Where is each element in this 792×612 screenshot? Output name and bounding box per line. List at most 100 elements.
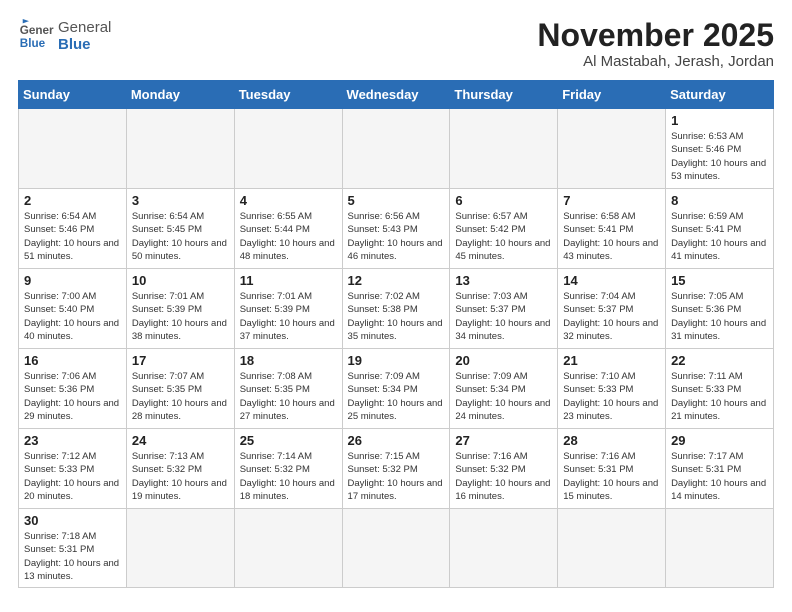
day-number: 29: [671, 433, 768, 448]
calendar-week-row: 2 Sunrise: 6:54 AM Sunset: 5:46 PM Daylig…: [19, 189, 774, 269]
calendar-week-row: 1 Sunrise: 6:53 AM Sunset: 5:46 PM Daylig…: [19, 109, 774, 189]
weekday-header-friday: Friday: [558, 81, 666, 109]
day-info: Sunrise: 7:12 AM Sunset: 5:33 PM Dayligh…: [24, 450, 121, 503]
calendar-day-cell: [558, 509, 666, 588]
day-info: Sunrise: 7:08 AM Sunset: 5:35 PM Dayligh…: [240, 370, 337, 423]
day-number: 11: [240, 273, 337, 288]
calendar-day-cell: 14Sunrise: 7:04 AM Sunset: 5:37 PM Dayli…: [558, 269, 666, 349]
day-info: Sunrise: 7:14 AM Sunset: 5:32 PM Dayligh…: [240, 450, 337, 503]
logo: General Blue General Blue: [18, 18, 111, 54]
day-number: 30: [24, 513, 121, 528]
calendar-day-cell: 13Sunrise: 7:03 AM Sunset: 5:37 PM Dayli…: [450, 269, 558, 349]
calendar-day-cell: 24Sunrise: 7:13 AM Sunset: 5:32 PM Dayli…: [126, 429, 234, 509]
calendar-day-cell: [558, 109, 666, 189]
calendar-day-cell: [450, 109, 558, 189]
calendar-week-row: 23 Sunrise: 7:12 AM Sunset: 5:33 PM Dayli…: [19, 429, 774, 509]
calendar-day-cell: [450, 509, 558, 588]
day-number: 18: [240, 353, 337, 368]
day-number: 28: [563, 433, 660, 448]
day-info: Sunrise: 7:00 AM Sunset: 5:40 PM Dayligh…: [24, 290, 121, 343]
day-info: Sunrise: 7:09 AM Sunset: 5:34 PM Dayligh…: [455, 370, 552, 423]
calendar-day-cell: 15 Sunrise: 7:05 AM Sunset: 5:36 PM Dayli…: [666, 269, 774, 349]
calendar-day-cell: 28 Sunrise: 7:16 AM Sunset: 5:31 PM Dayli…: [558, 429, 666, 509]
calendar-day-cell: 30 Sunrise: 7:18 AM Sunset: 5:31 PM Dayli…: [19, 509, 127, 588]
day-number: 9: [24, 273, 121, 288]
weekday-header-saturday: Saturday: [666, 81, 774, 109]
day-info: Sunrise: 7:16 AM Sunset: 5:32 PM Dayligh…: [455, 450, 552, 503]
calendar-day-cell: 5 Sunrise: 6:56 AM Sunset: 5:43 PM Daylig…: [342, 189, 450, 269]
day-info: Sunrise: 7:16 AM Sunset: 5:31 PM Dayligh…: [563, 450, 660, 503]
weekday-header-monday: Monday: [126, 81, 234, 109]
calendar-day-cell: 25 Sunrise: 7:14 AM Sunset: 5:32 PM Dayli…: [234, 429, 342, 509]
calendar-day-cell: 18 Sunrise: 7:08 AM Sunset: 5:35 PM Dayli…: [234, 349, 342, 429]
day-info: Sunrise: 6:58 AM Sunset: 5:41 PM Dayligh…: [563, 210, 660, 263]
day-number: 3: [132, 193, 229, 208]
day-info: Sunrise: 7:06 AM Sunset: 5:36 PM Dayligh…: [24, 370, 121, 423]
calendar-week-row: 16 Sunrise: 7:06 AM Sunset: 5:36 PM Dayli…: [19, 349, 774, 429]
calendar-day-cell: 8Sunrise: 6:59 AM Sunset: 5:41 PM Daylig…: [666, 189, 774, 269]
day-number: 27: [455, 433, 552, 448]
calendar-day-cell: 20 Sunrise: 7:09 AM Sunset: 5:34 PM Dayli…: [450, 349, 558, 429]
day-info: Sunrise: 6:53 AM Sunset: 5:46 PM Dayligh…: [671, 130, 768, 183]
day-number: 21: [563, 353, 660, 368]
day-number: 4: [240, 193, 337, 208]
day-number: 2: [24, 193, 121, 208]
calendar-page: General Blue General Blue November 2025 …: [0, 0, 792, 600]
logo-general: General: [58, 19, 111, 36]
calendar-day-cell: 22Sunrise: 7:11 AM Sunset: 5:33 PM Dayli…: [666, 349, 774, 429]
day-number: 23: [24, 433, 121, 448]
day-info: Sunrise: 6:54 AM Sunset: 5:45 PM Dayligh…: [132, 210, 229, 263]
calendar-day-cell: 17Sunrise: 7:07 AM Sunset: 5:35 PM Dayli…: [126, 349, 234, 429]
calendar-day-cell: [234, 509, 342, 588]
calendar-body: 1 Sunrise: 6:53 AM Sunset: 5:46 PM Daylig…: [19, 109, 774, 588]
day-info: Sunrise: 6:57 AM Sunset: 5:42 PM Dayligh…: [455, 210, 552, 263]
calendar-day-cell: [126, 109, 234, 189]
weekday-header-row: SundayMondayTuesdayWednesdayThursdayFrid…: [19, 81, 774, 109]
day-info: Sunrise: 6:54 AM Sunset: 5:46 PM Dayligh…: [24, 210, 121, 263]
day-number: 24: [132, 433, 229, 448]
weekday-header-tuesday: Tuesday: [234, 81, 342, 109]
calendar-day-cell: [234, 109, 342, 189]
day-number: 22: [671, 353, 768, 368]
day-info: Sunrise: 7:17 AM Sunset: 5:31 PM Dayligh…: [671, 450, 768, 503]
calendar-day-cell: 23 Sunrise: 7:12 AM Sunset: 5:33 PM Dayli…: [19, 429, 127, 509]
day-number: 25: [240, 433, 337, 448]
day-number: 16: [24, 353, 121, 368]
calendar-day-cell: [126, 509, 234, 588]
weekday-header-wednesday: Wednesday: [342, 81, 450, 109]
calendar-day-cell: 16 Sunrise: 7:06 AM Sunset: 5:36 PM Dayli…: [19, 349, 127, 429]
calendar-day-cell: 11Sunrise: 7:01 AM Sunset: 5:39 PM Dayli…: [234, 269, 342, 349]
day-number: 5: [348, 193, 445, 208]
calendar-day-cell: 21 Sunrise: 7:10 AM Sunset: 5:33 PM Dayli…: [558, 349, 666, 429]
weekday-header-thursday: Thursday: [450, 81, 558, 109]
logo-icon: General Blue: [18, 18, 54, 54]
calendar-day-cell: [666, 509, 774, 588]
day-info: Sunrise: 6:55 AM Sunset: 5:44 PM Dayligh…: [240, 210, 337, 263]
calendar-day-cell: 6 Sunrise: 6:57 AM Sunset: 5:42 PM Daylig…: [450, 189, 558, 269]
calendar-day-cell: 9 Sunrise: 7:00 AM Sunset: 5:40 PM Daylig…: [19, 269, 127, 349]
location: Al Mastabah, Jerash, Jordan: [537, 53, 774, 70]
day-info: Sunrise: 7:18 AM Sunset: 5:31 PM Dayligh…: [24, 530, 121, 583]
day-number: 6: [455, 193, 552, 208]
day-info: Sunrise: 7:05 AM Sunset: 5:36 PM Dayligh…: [671, 290, 768, 343]
calendar-day-cell: 7Sunrise: 6:58 AM Sunset: 5:41 PM Daylig…: [558, 189, 666, 269]
day-info: Sunrise: 6:56 AM Sunset: 5:43 PM Dayligh…: [348, 210, 445, 263]
month-title: November 2025: [537, 18, 774, 53]
calendar-day-cell: 26 Sunrise: 7:15 AM Sunset: 5:32 PM Dayli…: [342, 429, 450, 509]
day-number: 1: [671, 113, 768, 128]
day-number: 26: [348, 433, 445, 448]
calendar-day-cell: 12Sunrise: 7:02 AM Sunset: 5:38 PM Dayli…: [342, 269, 450, 349]
day-info: Sunrise: 7:10 AM Sunset: 5:33 PM Dayligh…: [563, 370, 660, 423]
calendar-day-cell: 2 Sunrise: 6:54 AM Sunset: 5:46 PM Daylig…: [19, 189, 127, 269]
calendar-day-cell: 4 Sunrise: 6:55 AM Sunset: 5:44 PM Daylig…: [234, 189, 342, 269]
calendar-day-cell: [342, 109, 450, 189]
calendar-day-cell: 19Sunrise: 7:09 AM Sunset: 5:34 PM Dayli…: [342, 349, 450, 429]
day-number: 20: [455, 353, 552, 368]
day-info: Sunrise: 7:09 AM Sunset: 5:34 PM Dayligh…: [348, 370, 445, 423]
calendar-day-cell: 27 Sunrise: 7:16 AM Sunset: 5:32 PM Dayli…: [450, 429, 558, 509]
calendar-day-cell: 1 Sunrise: 6:53 AM Sunset: 5:46 PM Daylig…: [666, 109, 774, 189]
day-info: Sunrise: 7:02 AM Sunset: 5:38 PM Dayligh…: [348, 290, 445, 343]
day-number: 15: [671, 273, 768, 288]
logo-blue: Blue: [58, 36, 111, 53]
day-info: Sunrise: 7:15 AM Sunset: 5:32 PM Dayligh…: [348, 450, 445, 503]
